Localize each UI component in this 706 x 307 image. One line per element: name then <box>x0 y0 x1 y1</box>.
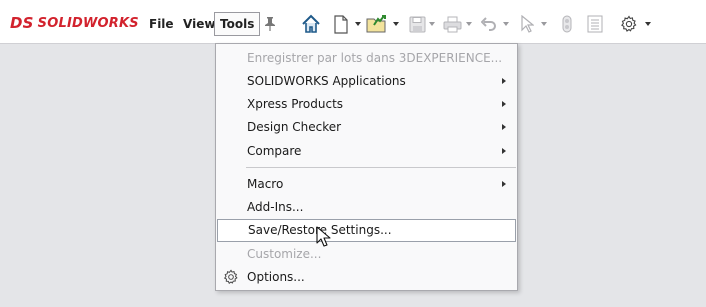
menu-item-enregistrer-par-lots[interactable]: Enregistrer par lots dans 3DEXPERIENCE..… <box>216 47 517 70</box>
open-folder-icon[interactable] <box>366 13 388 35</box>
menu-item-add-ins[interactable]: Add-Ins... <box>216 196 517 219</box>
menu-item-label: Options... <box>247 270 305 284</box>
title-bar: DS SOLIDWORKS File View Tools <box>0 0 706 44</box>
tools-dropdown-menu: Enregistrer par lots dans 3DEXPERIENCE..… <box>215 43 518 291</box>
new-dropdown-arrow-icon[interactable] <box>354 13 362 35</box>
logo-text: SOLIDWORKS <box>37 15 139 31</box>
menu-item-xpress-products[interactable]: Xpress Products <box>216 93 517 116</box>
ds-logo-mark: DS <box>10 14 34 32</box>
home-icon[interactable] <box>300 13 322 35</box>
menu-item-label: Customize... <box>247 247 322 261</box>
mouse-cursor-icon <box>316 226 331 247</box>
new-document-icon[interactable] <box>330 13 352 35</box>
print-dropdown-arrow-icon[interactable] <box>465 13 473 35</box>
menu-item-label: Enregistrer par lots dans 3DEXPERIENCE..… <box>247 51 503 65</box>
rebuild-icon[interactable] <box>556 13 578 35</box>
menu-item-label: Compare <box>247 144 302 158</box>
submenu-arrow-icon <box>502 181 506 187</box>
save-icon[interactable] <box>406 13 428 35</box>
menu-item-customize[interactable]: Customize... <box>216 243 517 266</box>
menu-item-macro[interactable]: Macro <box>216 173 517 196</box>
solidworks-logo[interactable]: DS SOLIDWORKS <box>10 12 139 34</box>
print-icon[interactable] <box>441 13 463 35</box>
options-dropdown-arrow-icon[interactable] <box>644 13 652 35</box>
gear-icon <box>223 269 238 284</box>
open-dropdown-arrow-icon[interactable] <box>392 13 400 35</box>
menu-item-compare[interactable]: Compare <box>216 140 517 163</box>
save-dropdown-arrow-icon[interactable] <box>428 13 436 35</box>
menu-separator <box>246 167 516 168</box>
submenu-arrow-icon <box>502 124 506 130</box>
submenu-arrow-icon <box>502 101 506 107</box>
menu-item-design-checker[interactable]: Design Checker <box>216 116 517 139</box>
menu-item-label: Design Checker <box>247 120 342 134</box>
undo-dropdown-arrow-icon[interactable] <box>502 13 510 35</box>
menu-item-label: Xpress Products <box>247 97 344 111</box>
menu-item-label: Add-Ins... <box>247 200 304 214</box>
menu-item-options[interactable]: Options... <box>216 266 517 289</box>
select-icon[interactable] <box>516 13 538 35</box>
menu-tools[interactable]: Tools <box>214 12 261 36</box>
options-gear-icon[interactable] <box>618 13 640 35</box>
pin-icon[interactable] <box>259 13 281 35</box>
menu-file[interactable]: File <box>144 12 179 36</box>
submenu-arrow-icon <box>502 78 506 84</box>
file-properties-icon[interactable] <box>584 13 606 35</box>
undo-icon[interactable] <box>478 13 500 35</box>
menu-item-label: Macro <box>247 177 284 191</box>
menu-item-save-restore-settings[interactable]: Save/Restore Settings... <box>217 219 516 242</box>
menu-item-solidworks-applications[interactable]: SOLIDWORKS Applications <box>216 70 517 93</box>
select-dropdown-arrow-icon[interactable] <box>540 13 548 35</box>
menu-item-label: SOLIDWORKS Applications <box>247 74 406 88</box>
submenu-arrow-icon <box>502 148 506 154</box>
